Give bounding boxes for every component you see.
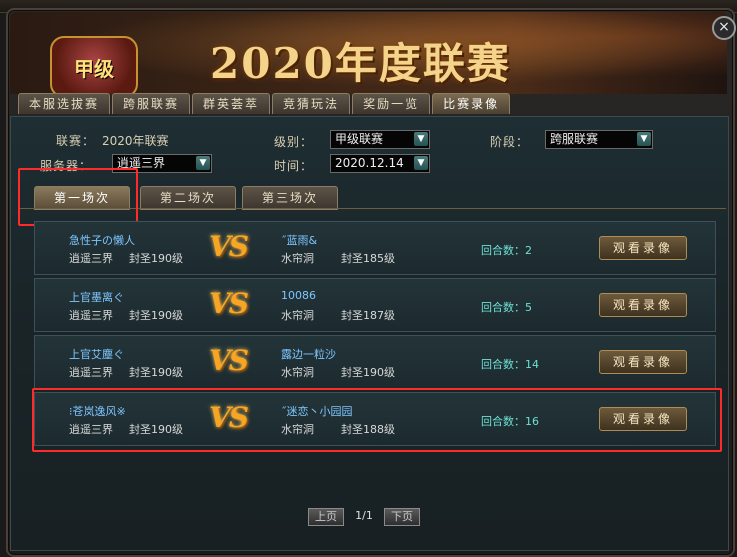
stage-select[interactable]: 跨服联赛 ▼ [545,130,653,149]
player2-name: 10086 [281,289,316,302]
player1-rank: 封圣190级 [129,309,183,322]
tab-local-selection[interactable]: 本服选拔赛 [18,93,111,114]
round-count: 回合数：2 [481,244,532,257]
tab-rewards[interactable]: 奖励一览 [352,93,431,114]
league-label: 联赛： [56,134,96,148]
player1-server: 逍遥三界 [69,366,113,379]
chevron-down-icon: ▼ [637,132,651,146]
banner: 甲级 2020年度联赛 [10,12,727,94]
match-row: 上官艾塵ぐ 逍遥三界 封圣190级 VS 露边一粒沙 水帘洞 封圣190级 回合… [34,335,716,389]
round-tab-2[interactable]: 第二场次 [140,186,236,210]
chevron-down-icon: ▼ [414,156,428,170]
player2-server: 水帘洞 [281,309,314,322]
player1-rank: 封圣190级 [129,252,183,265]
tab-betting[interactable]: 竞猜玩法 [272,93,351,114]
time-label: 时间： [274,159,314,173]
time-select-value: 2020.12.14 [335,156,404,170]
watch-replay-button[interactable]: 观看录像 [599,350,687,374]
highlight-round-tab [18,168,138,226]
match-row: 上官墨离ぐ 逍遥三界 封圣190级 VS 10086 水帘洞 封圣187级 回合… [34,278,716,332]
player2-rank: 封圣185级 [341,252,395,265]
player2-rank: 封圣187级 [341,309,395,322]
chevron-down-icon: ▼ [414,132,428,146]
player2-server: 水帘洞 [281,366,314,379]
banner-title: 2020年度联赛 [210,39,511,88]
vs-icon: VS [209,230,249,263]
player1-name: 上官艾塵ぐ [69,348,124,361]
tab-match-replays[interactable]: 比赛录像 [432,93,511,114]
player2-name: 露边一粒沙 [281,348,336,361]
chevron-down-icon: ▼ [196,156,210,170]
league-value: 2020年联赛 [102,134,169,148]
player1-server: 逍遥三界 [69,252,113,265]
player2-server: 水帘洞 [281,252,314,265]
time-select[interactable]: 2020.12.14 ▼ [330,154,430,173]
player1-name: 上官墨离ぐ [69,291,124,304]
watch-replay-button[interactable]: 观看录像 [599,293,687,317]
page-indicator: 1/1 [355,509,373,522]
player2-rank: 封圣190级 [341,366,395,379]
league-logo: 甲级 [50,36,138,94]
player2-name: ˝蓝雨& [281,234,318,247]
player1-name: 急性子の懒人 [69,234,135,247]
tab-cross-server-league[interactable]: 跨服联赛 [112,93,191,114]
tab-heroes-gathering[interactable]: 群英荟萃 [192,93,271,114]
stage-select-value: 跨服联赛 [550,132,599,146]
highlight-match-row [32,388,722,452]
round-count: 回合数：14 [481,358,539,371]
player1-server: 逍遥三界 [69,309,113,322]
vs-icon: VS [209,344,249,377]
level-select-value: 甲级联赛 [335,132,384,146]
round-tab-3[interactable]: 第三场次 [242,186,338,210]
match-row: 急性子の懒人 逍遥三界 封圣190级 VS ˝蓝雨& 水帘洞 封圣185级 回合… [34,221,716,275]
close-button[interactable]: × [712,16,736,40]
watch-replay-button[interactable]: 观看录像 [599,236,687,260]
vs-icon: VS [209,287,249,320]
round-count: 回合数：5 [481,301,532,314]
player1-rank: 封圣190级 [129,366,183,379]
main-tabs: 本服选拔赛 跨服联赛 群英荟萃 竞猜玩法 奖励一览 比赛录像 [18,93,512,115]
prev-page-button[interactable]: 上页 [308,508,344,526]
level-select[interactable]: 甲级联赛 ▼ [330,130,430,149]
level-label: 级别： [274,135,314,149]
stage-label: 阶段： [490,135,530,149]
next-page-button[interactable]: 下页 [384,508,420,526]
